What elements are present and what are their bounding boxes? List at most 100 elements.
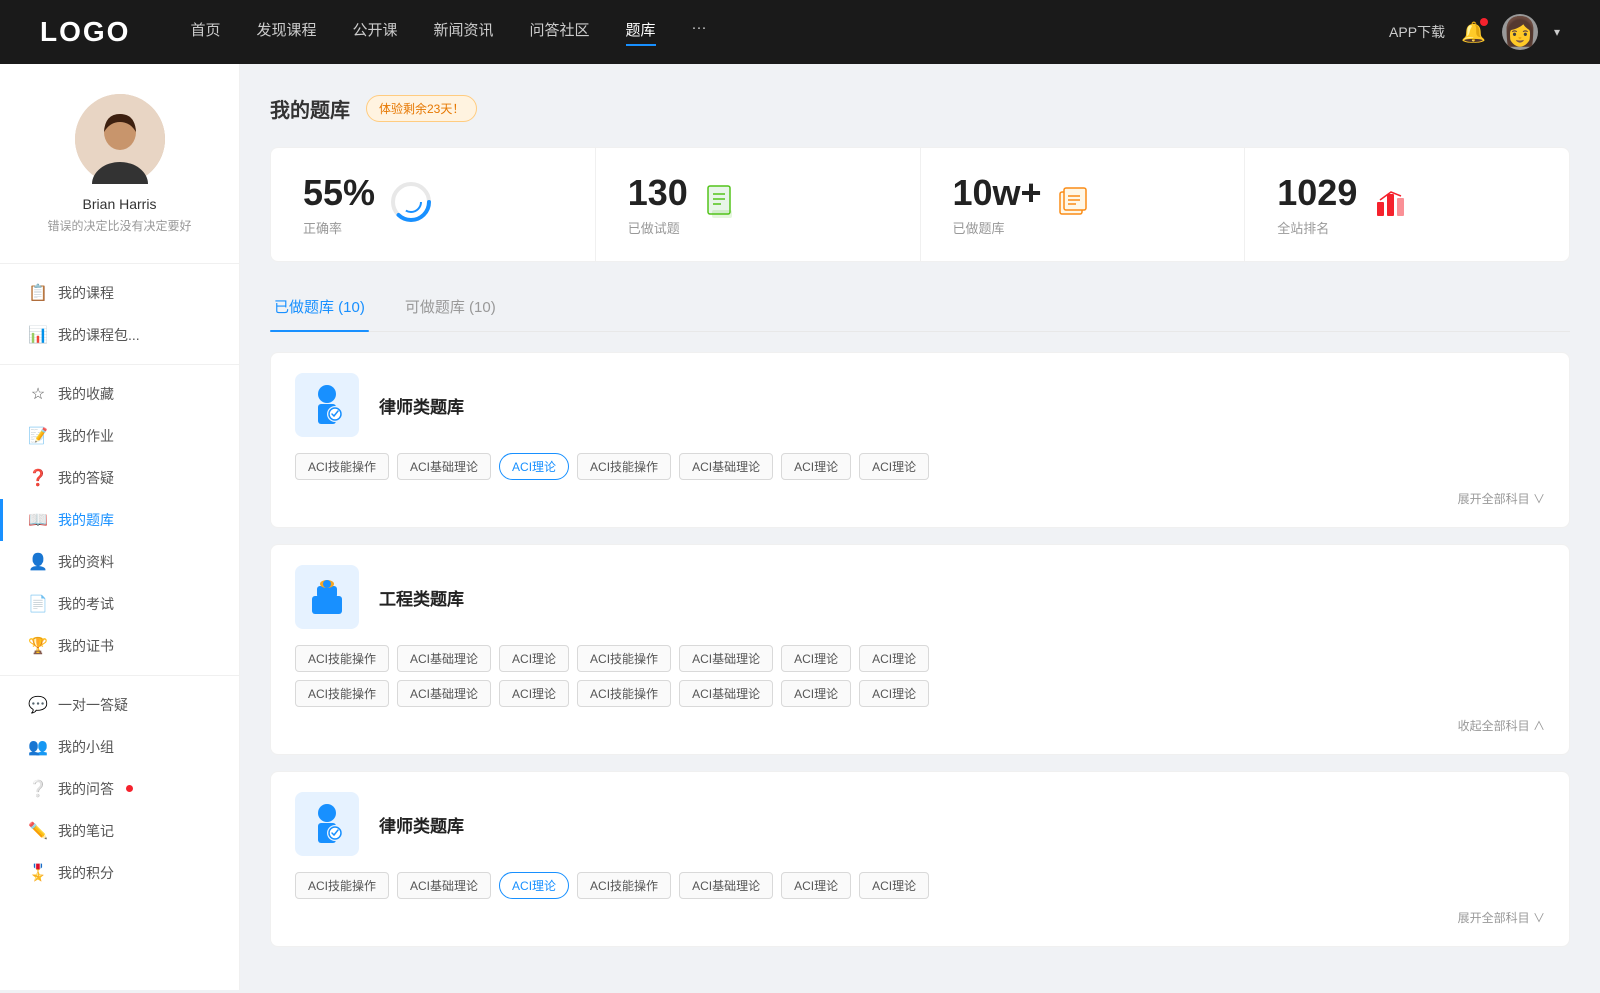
eng-tag-11[interactable]: ACI基础理论 — [679, 680, 773, 707]
main-content: 我的题库 体验剩余23天！ 55% 正确率 — [240, 64, 1600, 993]
eng-tag-3[interactable]: ACI技能操作 — [577, 645, 671, 672]
eng-tag-13[interactable]: ACI理论 — [859, 680, 929, 707]
tag-4[interactable]: ACI基础理论 — [679, 453, 773, 480]
sidebar-item-qa-answer[interactable]: ❓ 我的答疑 — [0, 457, 239, 499]
sidebar-item-favorites[interactable]: ☆ 我的收藏 — [0, 373, 239, 415]
sidebar: Brian Harris 错误的决定比没有决定要好 📋 我的课程 📊 我的课程包… — [0, 64, 240, 990]
qbank-title-lawyer-2: 律师类题库 — [379, 812, 464, 837]
qbank-tags-lawyer-1: ACI技能操作 ACI基础理论 ACI理论 ACI技能操作 ACI基础理论 AC… — [295, 453, 1545, 480]
eng-tag-6[interactable]: ACI理论 — [859, 645, 929, 672]
avatar-dropdown-arrow[interactable]: ▾ — [1554, 25, 1560, 39]
nav-link-qa[interactable]: 问答社区 — [530, 19, 590, 46]
qbank-card-engineer: 工程类题库 ACI技能操作 ACI基础理论 ACI理论 ACI技能操作 ACI基… — [270, 544, 1570, 755]
eng-tag-2[interactable]: ACI理论 — [499, 645, 569, 672]
tab-available[interactable]: 可做题库 (10) — [401, 286, 500, 331]
tag-0[interactable]: ACI技能操作 — [295, 453, 389, 480]
eng-tag-0[interactable]: ACI技能操作 — [295, 645, 389, 672]
sidebar-item-profile[interactable]: 👤 我的资料 — [0, 541, 239, 583]
nav-link-open[interactable]: 公开课 — [352, 19, 397, 46]
sidebar-item-course-pack[interactable]: 📊 我的课程包... — [0, 314, 239, 356]
sidebar-avatar — [75, 94, 165, 184]
eng-tag-1[interactable]: ACI基础理论 — [397, 645, 491, 672]
notification-bell[interactable]: 🔔 — [1461, 20, 1486, 45]
stat-ranking-number: 1029 — [1277, 172, 1357, 214]
sidebar-item-cert[interactable]: 🏆 我的证书 — [0, 625, 239, 667]
sidebar-item-qbank[interactable]: 📖 我的题库 — [0, 499, 239, 541]
group-icon: 👥 — [28, 737, 48, 757]
l2-tag-4[interactable]: ACI基础理论 — [679, 872, 773, 899]
eng-tag-8[interactable]: ACI基础理论 — [397, 680, 491, 707]
nav-link-discover[interactable]: 发现课程 — [256, 19, 316, 46]
sidebar-item-questions[interactable]: ❔ 我的问答 — [0, 768, 239, 810]
stat-accuracy-content: 55% 正确率 — [303, 172, 375, 237]
stat-done-questions-number: 130 — [628, 172, 688, 214]
qbank-expand-engineer[interactable]: 收起全部科目 ∧ — [1458, 717, 1545, 734]
notes-icon: ✏️ — [28, 821, 48, 841]
sidebar-profile: Brian Harris 错误的决定比没有决定要好 — [0, 94, 239, 255]
tag-5[interactable]: ACI理论 — [781, 453, 851, 480]
nav-link-home[interactable]: 首页 — [190, 19, 220, 46]
eng-tag-7[interactable]: ACI技能操作 — [295, 680, 389, 707]
sidebar-divider-2 — [0, 364, 239, 365]
eng-tag-12[interactable]: ACI理论 — [781, 680, 851, 707]
stat-done-qbank: 10w+ 已做题库 — [921, 148, 1246, 261]
eng-tag-5[interactable]: ACI理论 — [781, 645, 851, 672]
l2-tag-1[interactable]: ACI基础理论 — [397, 872, 491, 899]
sidebar-divider-3 — [0, 675, 239, 676]
l2-tag-3[interactable]: ACI技能操作 — [577, 872, 671, 899]
sidebar-item-course[interactable]: 📋 我的课程 — [0, 272, 239, 314]
nav-link-more[interactable]: ··· — [692, 19, 707, 46]
app-download-button[interactable]: APP下载 — [1389, 22, 1445, 42]
sidebar-item-exam-label: 我的考试 — [58, 594, 114, 614]
tab-done[interactable]: 已做题库 (10) — [270, 286, 369, 331]
eng-tag-4[interactable]: ACI基础理论 — [679, 645, 773, 672]
qbank-tags-lawyer-2: ACI技能操作 ACI基础理论 ACI理论 ACI技能操作 ACI基础理论 AC… — [295, 872, 1545, 899]
nav-link-qbank[interactable]: 题库 — [626, 19, 656, 46]
course-pack-icon: 📊 — [28, 325, 48, 345]
qbank-card-lawyer-2: 律师类题库 ACI技能操作 ACI基础理论 ACI理论 ACI技能操作 ACI基… — [270, 771, 1570, 947]
l2-tag-2[interactable]: ACI理论 — [499, 872, 569, 899]
sidebar-item-notes[interactable]: ✏️ 我的笔记 — [0, 810, 239, 852]
stat-done-questions-label: 已做试题 — [628, 218, 688, 237]
sidebar-item-exam[interactable]: 📄 我的考试 — [0, 583, 239, 625]
l2-tag-5[interactable]: ACI理论 — [781, 872, 851, 899]
sidebar-item-qa-label: 我的答疑 — [58, 468, 114, 488]
tag-6[interactable]: ACI理论 — [859, 453, 929, 480]
sidebar-item-group[interactable]: 👥 我的小组 — [0, 726, 239, 768]
qbank-expand-1[interactable]: 展开全部科目 ∨ — [1458, 490, 1545, 507]
stat-done-qbank-number: 10w+ — [953, 172, 1042, 214]
l2-tag-6[interactable]: ACI理论 — [859, 872, 929, 899]
qbank-card-lawyer-1: 律师类题库 ACI技能操作 ACI基础理论 ACI理论 ACI技能操作 ACI基… — [270, 352, 1570, 528]
qbank-expand-3[interactable]: 展开全部科目 ∨ — [1458, 909, 1545, 926]
profile-icon: 👤 — [28, 552, 48, 572]
eng-tag-9[interactable]: ACI理论 — [499, 680, 569, 707]
stats-row: 55% 正确率 130 已做试题 — [270, 147, 1570, 262]
navbar: LOGO 首页 发现课程 公开课 新闻资讯 问答社区 题库 ··· APP下载 … — [0, 0, 1600, 64]
stat-done-qbank-label: 已做题库 — [953, 218, 1042, 237]
sidebar-item-points[interactable]: 🎖️ 我的积分 — [0, 852, 239, 894]
sidebar-item-qbank-label: 我的题库 — [58, 510, 114, 530]
stat-ranking-label: 全站排名 — [1277, 218, 1357, 237]
sidebar-item-questions-label: 我的问答 — [58, 779, 114, 799]
stat-done-questions-content: 130 已做试题 — [628, 172, 688, 237]
sidebar-item-profile-label: 我的资料 — [58, 552, 114, 572]
nav-links: 首页 发现课程 公开课 新闻资讯 问答社区 题库 ··· — [190, 19, 1389, 46]
stat-done-qbank-icon — [1058, 184, 1094, 225]
favorites-icon: ☆ — [28, 384, 48, 404]
cert-icon: 🏆 — [28, 636, 48, 656]
nav-link-news[interactable]: 新闻资讯 — [434, 19, 494, 46]
sidebar-item-1on1[interactable]: 💬 一对一答疑 — [0, 684, 239, 726]
tag-1[interactable]: ACI基础理论 — [397, 453, 491, 480]
sidebar-username: Brian Harris — [20, 196, 219, 212]
tag-2[interactable]: ACI理论 — [499, 453, 569, 480]
engineer-icon — [295, 565, 359, 629]
avatar[interactable]: 👩 — [1502, 14, 1538, 50]
questions-badge — [126, 785, 133, 792]
trial-badge: 体验剩余23天！ — [366, 95, 477, 122]
l2-tag-0[interactable]: ACI技能操作 — [295, 872, 389, 899]
eng-tag-10[interactable]: ACI技能操作 — [577, 680, 671, 707]
lawyer-icon-2 — [295, 792, 359, 856]
tag-3[interactable]: ACI技能操作 — [577, 453, 671, 480]
stat-accuracy-icon — [391, 182, 431, 227]
sidebar-item-homework[interactable]: 📝 我的作业 — [0, 415, 239, 457]
